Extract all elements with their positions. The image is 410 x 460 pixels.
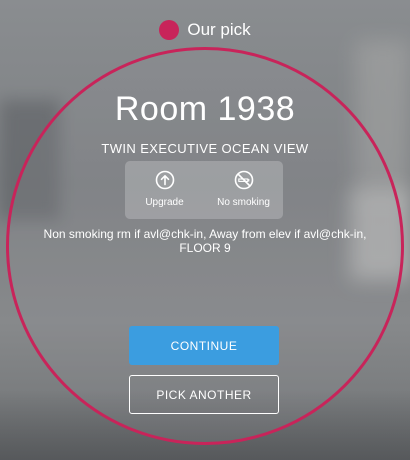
our-pick-indicator: Our pick bbox=[0, 18, 410, 42]
feature-upgrade: Upgrade bbox=[125, 161, 204, 219]
room-type: TWIN EXECUTIVE OCEAN VIEW bbox=[101, 141, 309, 156]
feature-label: Upgrade bbox=[145, 197, 184, 208]
continue-button[interactable]: CONTINUE bbox=[129, 326, 279, 365]
upgrade-arrow-icon bbox=[155, 170, 174, 190]
room-preference-notes: Non smoking rm if avl@chk-in, Away from … bbox=[43, 227, 367, 255]
room-title: Room 1938 bbox=[114, 90, 296, 128]
our-pick-label: Our pick bbox=[187, 20, 251, 39]
no-smoking-icon bbox=[234, 170, 253, 190]
pick-another-button[interactable]: PICK ANOTHER bbox=[129, 375, 279, 414]
room-features: Upgrade No smoking bbox=[125, 161, 283, 219]
pick-dot-icon bbox=[159, 20, 180, 40]
feature-label: No smoking bbox=[217, 197, 270, 208]
feature-no-smoking: No smoking bbox=[204, 161, 283, 219]
